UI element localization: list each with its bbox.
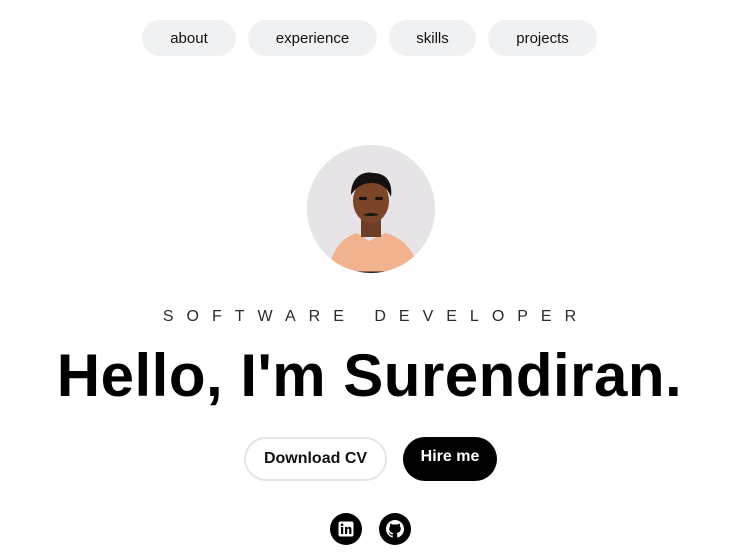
nav-about[interactable]: about: [142, 20, 236, 56]
profile-photo: [307, 145, 435, 273]
person-illustration: [307, 145, 435, 273]
top-nav: about experience skills projects: [0, 20, 739, 56]
linkedin-icon: [338, 521, 354, 537]
github-link[interactable]: [379, 513, 411, 545]
nav-skills[interactable]: skills: [389, 20, 476, 56]
hero-headline: Hello, I'm Surendiran.: [56, 342, 683, 409]
nav-projects[interactable]: projects: [488, 20, 597, 56]
download-cv-button[interactable]: Download CV: [244, 437, 387, 481]
linkedin-link[interactable]: [330, 513, 362, 545]
nav-experience[interactable]: experience: [248, 20, 377, 56]
role-title: SOFTWARE DEVELOPER: [162, 308, 590, 325]
hire-me-button[interactable]: Hire me: [403, 437, 497, 481]
github-icon: [386, 520, 404, 538]
